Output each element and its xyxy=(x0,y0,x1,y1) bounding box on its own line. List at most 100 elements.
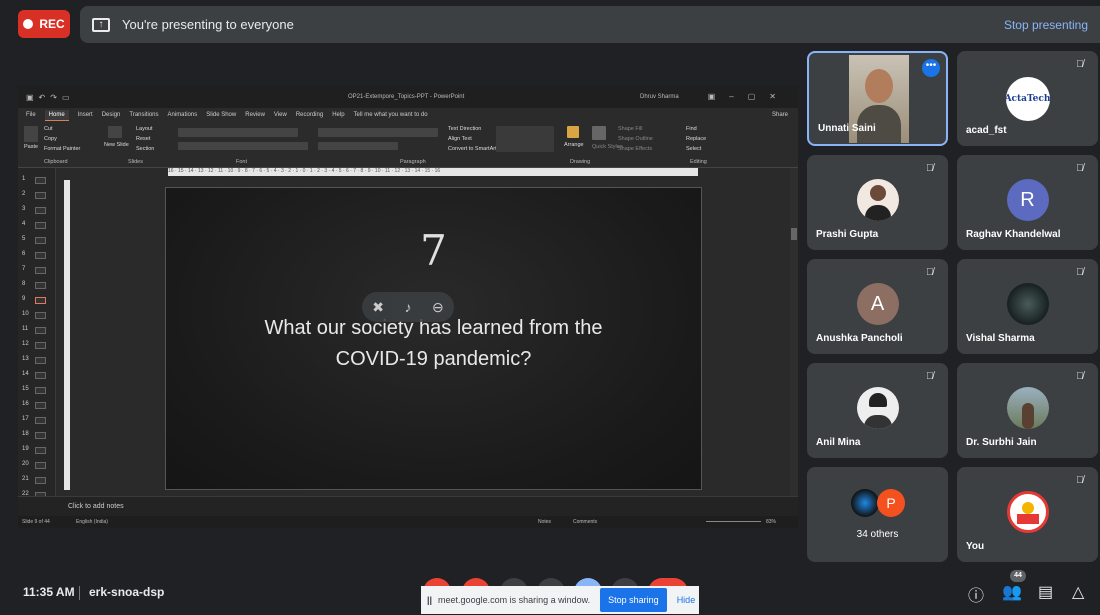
thumbnail-item-active[interactable]: 9 xyxy=(18,293,56,308)
thumbnail-item[interactable]: 19 xyxy=(18,443,56,458)
participant-tile-vishal-sharma[interactable]: 🎙̸ Vishal Sharma xyxy=(957,259,1098,354)
new-slide-button[interactable]: New Slide xyxy=(104,142,129,148)
comments-button[interactable]: Comments xyxy=(573,519,597,525)
zoom-level[interactable]: 83% xyxy=(766,519,776,525)
tab-file[interactable]: File xyxy=(26,112,36,118)
tab-recording[interactable]: Recording xyxy=(296,112,323,118)
thumbnail-item[interactable]: 18 xyxy=(18,428,56,443)
share-button[interactable]: Share xyxy=(772,112,788,118)
mic-off-icon: 🎙̸ xyxy=(1076,267,1084,278)
shape-effects-button[interactable]: Shape Effects xyxy=(618,146,652,152)
mute-icon[interactable]: ♪ xyxy=(404,299,411,315)
slide-question-line2: COVID-19 pandemic? xyxy=(335,348,532,370)
remove-icon[interactable]: ⊖ xyxy=(432,299,444,316)
participant-tile-prashi-gupta[interactable]: 🎙̸ Prashi Gupta xyxy=(807,155,948,250)
ribbon: Paste Cut Copy Format Painter Clipboard … xyxy=(18,122,798,168)
tab-help[interactable]: Help xyxy=(332,112,344,118)
window-controls[interactable]: ▣–▢✕ xyxy=(708,92,790,101)
thumbnail-item[interactable]: 10 xyxy=(18,308,56,323)
meeting-code: erk-snoa-dsp xyxy=(89,585,165,599)
thumbnail-item[interactable]: 3 xyxy=(18,203,56,218)
tab-review[interactable]: Review xyxy=(245,112,265,118)
thumbnail-item[interactable]: 17 xyxy=(18,413,56,428)
tab-animations[interactable]: Animations xyxy=(168,112,198,118)
format-painter-button[interactable]: Format Painter xyxy=(44,146,80,152)
replace-button[interactable]: Replace xyxy=(686,136,706,142)
thumbnail-item[interactable]: 1 xyxy=(18,173,56,188)
layout-button[interactable]: Layout xyxy=(136,126,153,132)
participant-tile-raghav-khandelwal[interactable]: 🎙̸ R Raghav Khandelwal xyxy=(957,155,1098,250)
reset-button[interactable]: Reset xyxy=(136,136,150,142)
cut-button[interactable]: Cut xyxy=(44,126,53,132)
tell-me-input[interactable]: Tell me what you want to do xyxy=(354,112,428,118)
alignment-buttons[interactable] xyxy=(318,142,398,150)
participant-name: You xyxy=(966,541,985,552)
participant-tile-anushka-pancholi[interactable]: 🎙̸ A Anushka Pancholi xyxy=(807,259,948,354)
participant-tile-acad-fst[interactable]: 🎙̸ ActaTech acad_fst xyxy=(957,51,1098,146)
thumbnail-item[interactable]: 7 xyxy=(18,263,56,278)
participant-name: Unnati Saini xyxy=(818,123,876,134)
stop-sharing-button[interactable]: Stop sharing xyxy=(600,588,667,612)
tab-insert[interactable]: Insert xyxy=(78,112,93,118)
people-icon[interactable]: 👥 xyxy=(1002,582,1022,602)
notes-button[interactable]: Notes xyxy=(538,519,551,525)
chat-icon[interactable]: ▤ xyxy=(1038,582,1053,602)
arrange-icon xyxy=(567,126,579,138)
stop-presenting-button[interactable]: Stop presenting xyxy=(1004,18,1088,32)
participant-tile-others[interactable]: P 34 others xyxy=(807,467,948,562)
thumbnail-item[interactable]: 4 xyxy=(18,218,56,233)
thumbnail-item[interactable]: 13 xyxy=(18,353,56,368)
quick-access-icons[interactable]: ▣↶↷▭ xyxy=(26,93,75,102)
section-button[interactable]: Section xyxy=(136,146,154,152)
shapes-gallery[interactable] xyxy=(496,126,554,152)
thumbnail-item[interactable]: 12 xyxy=(18,338,56,353)
tab-design[interactable]: Design xyxy=(102,112,121,118)
thumbnail-item[interactable]: 11 xyxy=(18,323,56,338)
align-text-button[interactable]: Align Text xyxy=(448,136,472,142)
font-format-buttons[interactable] xyxy=(178,142,308,150)
paragraph-buttons[interactable] xyxy=(318,128,438,137)
participant-tile-unnati-saini[interactable]: ••• Unnati Saini xyxy=(807,51,948,146)
shape-fill-button[interactable]: Shape Fill xyxy=(618,126,642,132)
convert-smartart-button[interactable]: Convert to SmartArt xyxy=(448,146,497,152)
thumbnail-item[interactable]: 6 xyxy=(18,248,56,263)
hide-button[interactable]: Hide xyxy=(677,595,696,605)
text-direction-button[interactable]: Text Direction xyxy=(448,126,481,132)
tab-view[interactable]: View xyxy=(274,112,287,118)
thumbnail-item[interactable]: 5 xyxy=(18,233,56,248)
font-selector[interactable] xyxy=(178,128,298,137)
thumbnail-item[interactable]: 16 xyxy=(18,398,56,413)
participant-tile-dr-surbhi-jain[interactable]: 🎙̸ Dr. Surbhi Jain xyxy=(957,363,1098,458)
shape-outline-button[interactable]: Shape Outline xyxy=(618,136,653,142)
vertical-scrollbar[interactable] xyxy=(790,168,798,496)
tab-transitions[interactable]: Transitions xyxy=(129,112,158,118)
mic-off-icon: 🎙̸ xyxy=(926,267,934,278)
tab-slideshow[interactable]: Slide Show xyxy=(206,112,236,118)
thumbnail-item[interactable]: 21 xyxy=(18,473,56,488)
current-slide[interactable]: 7 What our society has learned from the … xyxy=(165,187,702,490)
arrange-button[interactable]: Arrange xyxy=(564,142,584,148)
recording-button[interactable]: REC xyxy=(18,10,70,38)
language-indicator[interactable]: English (India) xyxy=(76,519,108,525)
thumbnail-item[interactable]: 14 xyxy=(18,368,56,383)
quick-styles-icon[interactable] xyxy=(592,126,606,140)
thumbnail-item[interactable]: 15 xyxy=(18,383,56,398)
new-slide-icon[interactable] xyxy=(108,126,122,138)
pin-icon[interactable]: ✖ xyxy=(372,299,384,316)
more-options-icon[interactable]: ••• xyxy=(922,59,940,77)
thumbnail-item[interactable]: 2 xyxy=(18,188,56,203)
select-button[interactable]: Select xyxy=(686,146,701,152)
copy-button[interactable]: Copy xyxy=(44,136,57,142)
participant-tile-you[interactable]: 🎙̸ You xyxy=(957,467,1098,562)
activities-icon[interactable]: △ xyxy=(1072,582,1084,602)
tab-home[interactable]: Home xyxy=(44,109,69,121)
paste-icon[interactable] xyxy=(24,126,38,142)
thumbnail-item[interactable]: 20 xyxy=(18,458,56,473)
thumbnail-item[interactable]: 8 xyxy=(18,278,56,293)
participant-tile-anil-mina[interactable]: 🎙̸ Anil Mina xyxy=(807,363,948,458)
zoom-slider[interactable] xyxy=(706,521,761,522)
info-icon[interactable]: ⓘ xyxy=(968,582,984,606)
paste-button[interactable]: Paste xyxy=(24,144,38,150)
find-button[interactable]: Find xyxy=(686,126,697,132)
notes-pane[interactable]: Click to add notes xyxy=(18,496,798,516)
